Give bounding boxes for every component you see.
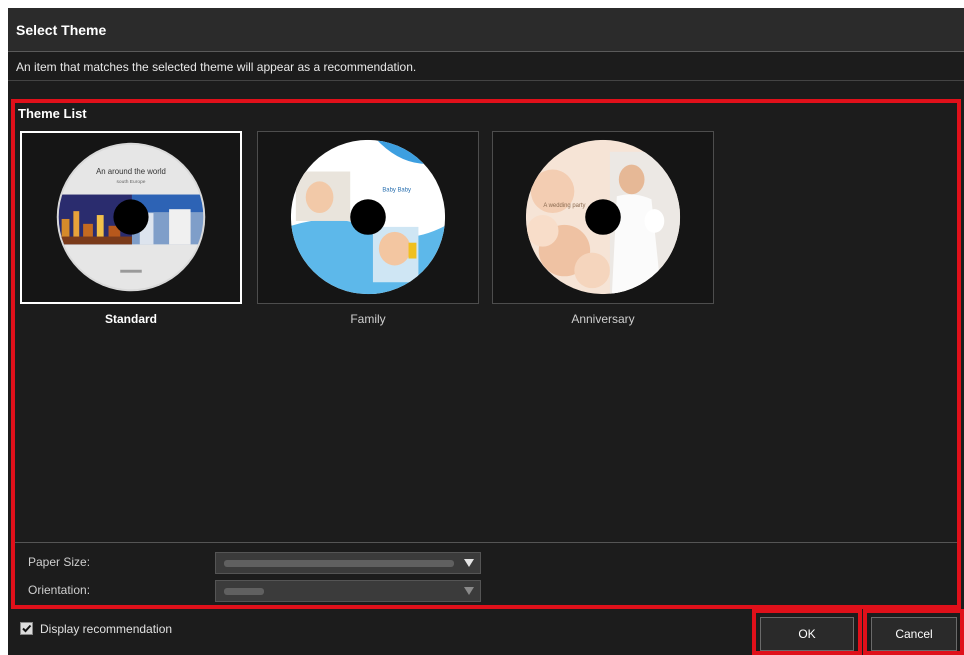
dialog-titlebar: Select Theme	[8, 8, 964, 52]
display-recommendation-checkbox[interactable]	[20, 622, 33, 635]
dialog-description: An item that matches the selected theme …	[16, 60, 417, 74]
paper-size-value	[224, 560, 454, 567]
theme-thumbnail-anniversary[interactable]: A wedding party	[492, 131, 714, 304]
select-theme-dialog: Select Theme An item that matches the se…	[8, 8, 964, 655]
theme-label-anniversary: Anniversary	[571, 312, 635, 326]
disc-title-text: A wedding party	[543, 203, 585, 209]
disc-title-text: Baby Baby	[382, 187, 411, 193]
ok-button[interactable]: OK	[760, 617, 854, 651]
disc-standard-image: An around the world south Europe	[56, 142, 206, 292]
disc-family-image: Baby Baby	[290, 139, 446, 295]
chevron-down-icon	[464, 587, 474, 595]
paper-size-label: Paper Size:	[28, 555, 91, 569]
orientation-label: Orientation:	[28, 583, 91, 597]
disc-subtitle-text: south Europe	[116, 179, 145, 185]
theme-thumbnail-standard[interactable]: An around the world south Europe	[20, 131, 242, 304]
theme-thumbnail-family[interactable]: Baby Baby	[257, 131, 479, 304]
orientation-dropdown[interactable]	[215, 580, 481, 602]
dialog-title: Select Theme	[16, 22, 107, 38]
divider	[8, 80, 964, 81]
paper-size-dropdown[interactable]	[215, 552, 481, 574]
theme-label-standard: Standard	[104, 312, 157, 326]
disc-title-text: An around the world	[96, 167, 166, 176]
chevron-down-icon	[464, 559, 474, 567]
theme-label-family: Family	[350, 312, 386, 326]
theme-list-label: Theme List	[18, 106, 87, 121]
orientation-value	[224, 588, 264, 595]
display-recommendation-label[interactable]: Display recommendation	[40, 622, 172, 636]
disc-anniversary-image: A wedding party	[525, 139, 681, 295]
cancel-button[interactable]: Cancel	[871, 617, 957, 651]
divider	[15, 542, 957, 543]
checkmark-icon	[22, 624, 32, 633]
